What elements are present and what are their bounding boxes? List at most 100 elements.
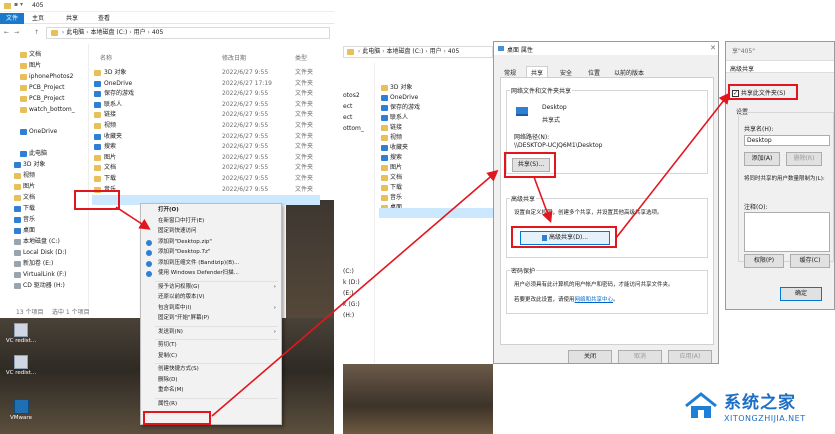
menu-item[interactable]: 固定到快速访问	[141, 227, 281, 236]
file-row[interactable]: 图片 2022/6/27 9:55 文件夹	[92, 153, 332, 162]
menu-item[interactable]: 复制(C)	[141, 352, 281, 361]
file-row[interactable]: 联系人	[379, 113, 489, 122]
file-row[interactable]: 链接 2022/6/27 9:55 文件夹	[92, 110, 332, 119]
file-row[interactable]: OneDrive	[379, 93, 489, 102]
column-date[interactable]: 修改日期	[222, 53, 246, 62]
menu-item[interactable]: 授予访问权限(G) ›	[141, 283, 281, 292]
tab-security[interactable]: 安全	[560, 68, 572, 77]
file-row[interactable]: 联系人 2022/6/27 9:55 文件夹	[92, 100, 332, 109]
drive-item-partial[interactable]: k (D:)	[343, 278, 373, 287]
file-row[interactable]: 3D 对象 2022/6/27 9:55 文件夹	[92, 68, 332, 77]
menu-item[interactable]: 还原以前的版本(V)	[141, 293, 281, 302]
breadcrumb-this-pc[interactable]: 此电脑	[66, 29, 84, 36]
network-sharing-center-link[interactable]: 网络和共享中心	[575, 297, 614, 303]
sidebar-item-partial[interactable]: ottom_	[343, 124, 373, 133]
caching-button[interactable]: 缓存(C)	[790, 254, 830, 268]
desktop-icon-vc-redist-1[interactable]: VC redist...	[4, 323, 38, 353]
tab-location[interactable]: 位置	[588, 68, 600, 77]
ribbon-tab-share[interactable]: 共享	[66, 13, 78, 24]
ribbon-tab-view[interactable]: 查看	[98, 13, 110, 24]
sidebar-item[interactable]: 桌面	[0, 226, 88, 235]
sidebar-item[interactable]: iphonePhotos2	[0, 72, 88, 81]
file-row[interactable]: 搜索	[379, 153, 489, 162]
sidebar-item-partial[interactable]: ect	[343, 113, 373, 122]
sidebar-item[interactable]: PCB_Project	[0, 94, 88, 103]
desktop-icon-vc-redist-2[interactable]: VC redist...	[4, 355, 38, 385]
sidebar-item-partial[interactable]: ect	[343, 102, 373, 111]
file-row[interactable]: 下载	[379, 183, 489, 192]
sidebar-item[interactable]: watch_bottom_	[0, 105, 88, 114]
sidebar-item[interactable]: 文档	[0, 50, 88, 59]
menu-item[interactable]: 打开(O)	[141, 206, 281, 215]
menu-item[interactable]: 包含到库中(I) ›	[141, 304, 281, 313]
file-row[interactable]: 链接	[379, 123, 489, 132]
sidebar-item[interactable]: 此电脑	[0, 149, 88, 158]
forward-arrow-icon[interactable]: →	[14, 29, 19, 36]
file-row[interactable]: 文档 2022/6/27 9:55 文件夹	[92, 163, 332, 172]
menu-item[interactable]: 属性(R)	[141, 400, 281, 409]
breadcrumb-405[interactable]: 405	[448, 48, 459, 55]
menu-item[interactable]: 创建快捷方式(S)	[141, 365, 281, 374]
up-arrow-icon[interactable]: ↑	[34, 29, 39, 36]
sidebar-item[interactable]: CD 驱动器 (H:)	[0, 281, 88, 290]
drive-item-partial[interactable]: k (G:)	[343, 300, 373, 309]
close-button[interactable]: 关闭	[568, 350, 612, 363]
file-row[interactable]: 音乐 2022/6/27 9:55 文件夹	[92, 185, 332, 194]
sidebar-item[interactable]: 3D 对象	[0, 160, 88, 169]
address-bar[interactable]: › 此电脑 › 本地磁盘 (C:) › 用户 › 405	[46, 27, 330, 39]
add-share-button[interactable]: 添加(A)	[744, 152, 780, 166]
column-type[interactable]: 类型	[295, 53, 307, 62]
menu-item[interactable]: 在新窗口中打开(E)	[141, 217, 281, 226]
share-name-field[interactable]: Desktop	[744, 135, 830, 146]
remove-share-button[interactable]: 删除(R)	[786, 152, 822, 166]
file-row[interactable]: 搜索 2022/6/27 9:55 文件夹	[92, 142, 332, 151]
menu-item[interactable]: 删除(D)	[141, 376, 281, 385]
file-row[interactable]: 图片	[379, 163, 489, 172]
sidebar-item[interactable]: 音乐	[0, 215, 88, 224]
breadcrumb-users[interactable]: 用户	[430, 48, 442, 55]
file-row[interactable]: 保存的游戏 2022/6/27 9:55 文件夹	[92, 89, 332, 98]
menu-item[interactable]: 固定到"开始"屏幕(P)	[141, 314, 281, 323]
ribbon-tab-home[interactable]: 主页	[32, 13, 44, 24]
file-row[interactable]: 视频 2022/6/27 9:55 文件夹	[92, 121, 332, 130]
file-row[interactable]: 文档	[379, 173, 489, 182]
comment-field[interactable]	[744, 212, 830, 252]
file-row[interactable]: 收藏夹 2022/6/27 9:55 文件夹	[92, 132, 332, 141]
menu-item[interactable]: 添加到压缩文件 (Bandizip)(B)...	[141, 259, 281, 268]
sidebar-item[interactable]: 本地磁盘 (C:)	[0, 237, 88, 246]
sidebar-item[interactable]: VirtualLink (F:)	[0, 270, 88, 279]
cancel-button[interactable]: 取消	[618, 350, 662, 363]
sidebar-item[interactable]: PCB_Project	[0, 83, 88, 92]
drive-item-partial[interactable]: (C:)	[343, 267, 373, 276]
sidebar-item[interactable]: 视频	[0, 171, 88, 180]
ribbon-tab-file[interactable]: 文件	[0, 13, 24, 24]
sidebar-item[interactable]: OneDrive	[0, 127, 88, 136]
file-row[interactable]: OneDrive 2022/6/27 17:19 文件夹	[92, 79, 332, 88]
ok-button[interactable]: 确定	[780, 287, 822, 301]
tab-previous-versions[interactable]: 以前的版本	[614, 68, 644, 77]
menu-item[interactable]: 添加到"Desktop.7z"	[141, 248, 281, 257]
file-row[interactable]: 保存的游戏	[379, 103, 489, 112]
sidebar-item[interactable]: 图片	[0, 61, 88, 70]
file-row[interactable]: 3D 对象	[379, 83, 489, 92]
desktop-icon-vmware[interactable]: VMware	[4, 399, 38, 431]
sidebar-item[interactable]: 新加卷 (E:)	[0, 259, 88, 268]
quick-access-toolbar[interactable]: ▪ ▾	[14, 1, 23, 8]
breadcrumb-c-drive[interactable]: 本地磁盘 (C:)	[387, 48, 424, 55]
menu-item[interactable]: 添加到"Desktop.zip"	[141, 238, 281, 247]
menu-item[interactable]: 使用 Windows Defender扫描...	[141, 269, 281, 278]
sidebar-item-partial[interactable]: otos2	[343, 91, 373, 100]
breadcrumb-this-pc[interactable]: 此电脑	[362, 48, 380, 55]
file-row[interactable]: 视频	[379, 133, 489, 142]
close-icon[interactable]: ✕	[710, 44, 716, 52]
menu-item[interactable]: 重命名(M)	[141, 386, 281, 395]
drive-item-partial[interactable]: (E:)	[343, 289, 373, 298]
menu-item[interactable]: 发送到(N) ›	[141, 328, 281, 337]
apply-button[interactable]: 应用(A)	[668, 350, 712, 363]
breadcrumb-405[interactable]: 405	[152, 29, 163, 36]
file-row[interactable]: 下载 2022/6/27 9:55 文件夹	[92, 174, 332, 183]
breadcrumb-users[interactable]: 用户	[134, 29, 146, 36]
menu-item[interactable]: 剪切(T)	[141, 341, 281, 350]
column-name[interactable]: 名称	[100, 53, 112, 62]
sidebar-item[interactable]: Local Disk (D:)	[0, 248, 88, 257]
